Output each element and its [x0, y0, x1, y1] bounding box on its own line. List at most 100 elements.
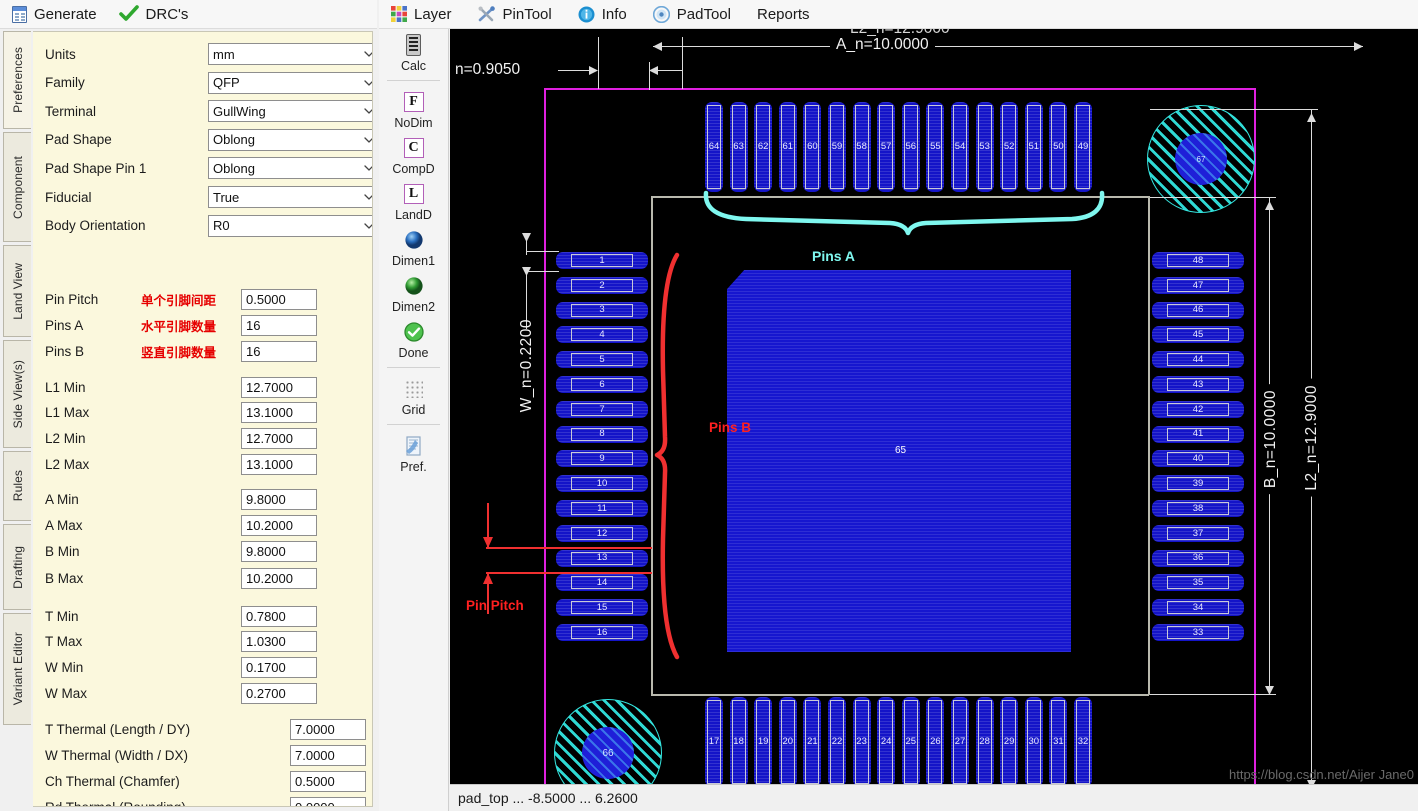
pad[interactable]: 50	[1049, 102, 1067, 192]
input-pins-a[interactable]: 16	[241, 315, 317, 336]
pad[interactable]: 19	[754, 697, 772, 784]
pad[interactable]: 47	[1152, 277, 1244, 294]
pad[interactable]: 59	[828, 102, 846, 192]
pad[interactable]: 4	[556, 326, 648, 343]
layer-button[interactable]: Layer	[391, 6, 452, 23]
input-l1-min[interactable]: 12.7000	[241, 377, 317, 398]
sidebar-tab-variant-editor[interactable]: Variant Editor	[3, 613, 31, 725]
sidebar-tab-side-view-s[interactable]: Side View(s)	[3, 340, 31, 448]
thermal-pad[interactable]: 65	[727, 270, 1071, 652]
pad[interactable]: 2	[556, 277, 648, 294]
pad[interactable]: 23	[853, 697, 871, 784]
input-t-max[interactable]: 1.0300	[241, 631, 317, 652]
pintool-button[interactable]: PinTool	[478, 6, 552, 23]
pad[interactable]: 14	[556, 574, 648, 591]
input-b-max[interactable]: 10.2000	[241, 568, 317, 589]
tool-done-button[interactable]: Done	[379, 316, 448, 362]
tool-grid-button[interactable]: Grid	[379, 373, 448, 419]
reports-button[interactable]: Reports	[757, 6, 810, 23]
pad[interactable]: 24	[877, 697, 895, 784]
pad[interactable]: 1	[556, 252, 648, 269]
pad[interactable]: 41	[1152, 426, 1244, 443]
pad[interactable]: 15	[556, 599, 648, 616]
tool-nodim-button[interactable]: FNoDim	[379, 86, 448, 132]
pad[interactable]: 39	[1152, 475, 1244, 492]
pad[interactable]: 3	[556, 302, 648, 319]
pad[interactable]: 35	[1152, 574, 1244, 591]
pad[interactable]: 58	[853, 102, 871, 192]
pad[interactable]: 8	[556, 426, 648, 443]
pad[interactable]: 7	[556, 401, 648, 418]
pad[interactable]: 56	[902, 102, 920, 192]
input-t-min[interactable]: 0.7800	[241, 606, 317, 627]
select-family[interactable]: QFP	[208, 72, 373, 94]
tool-dimen2-button[interactable]: Dimen2	[379, 270, 448, 316]
input-l1-max[interactable]: 13.1000	[241, 402, 317, 423]
input-b-min[interactable]: 9.8000	[241, 541, 317, 562]
pad[interactable]: 57	[877, 102, 895, 192]
pad[interactable]: 43	[1152, 376, 1244, 393]
input-w-thermal-width-dx-[interactable]: 7.0000	[290, 745, 366, 766]
input-l2-max[interactable]: 13.1000	[241, 454, 317, 475]
tool-landd-button[interactable]: LLandD	[379, 178, 448, 224]
pad[interactable]: 25	[902, 697, 920, 784]
pad[interactable]: 62	[754, 102, 772, 192]
pad[interactable]: 44	[1152, 351, 1244, 368]
input-l2-min[interactable]: 12.7000	[241, 428, 317, 449]
pad[interactable]: 27	[951, 697, 969, 784]
sidebar-tab-preferences[interactable]: Preferences	[3, 31, 31, 129]
pad[interactable]: 5	[556, 351, 648, 368]
pad[interactable]: 53	[976, 102, 994, 192]
tool-calc-button[interactable]: Calc	[379, 29, 448, 75]
input-pins-b[interactable]: 16	[241, 341, 317, 362]
pad[interactable]: 26	[926, 697, 944, 784]
input-w-max[interactable]: 0.2700	[241, 683, 317, 704]
pad[interactable]: 21	[803, 697, 821, 784]
pad[interactable]: 55	[926, 102, 944, 192]
pad[interactable]: 12	[556, 525, 648, 542]
pad[interactable]: 63	[730, 102, 748, 192]
pad[interactable]: 37	[1152, 525, 1244, 542]
input-a-max[interactable]: 10.2000	[241, 515, 317, 536]
select-body-orientation[interactable]: R0	[208, 215, 373, 237]
select-fiducial[interactable]: True	[208, 186, 373, 208]
tool-dimen1-button[interactable]: Dimen1	[379, 224, 448, 270]
pad[interactable]: 30	[1025, 697, 1043, 784]
pad[interactable]: 46	[1152, 302, 1244, 319]
input-rd-thermal-rounding-[interactable]: 0.0000	[290, 797, 366, 808]
pad[interactable]: 17	[705, 697, 723, 784]
sidebar-tab-rules[interactable]: Rules	[3, 451, 31, 521]
pad[interactable]: 32	[1074, 697, 1092, 784]
pad[interactable]: 40	[1152, 450, 1244, 467]
pad[interactable]: 64	[705, 102, 723, 192]
pad[interactable]: 45	[1152, 326, 1244, 343]
pad[interactable]: 31	[1049, 697, 1067, 784]
select-pad-shape[interactable]: Oblong	[208, 129, 373, 151]
pad[interactable]: 22	[828, 697, 846, 784]
pad[interactable]: 9	[556, 450, 648, 467]
select-terminal[interactable]: GullWing	[208, 100, 373, 122]
sidebar-tab-land-view[interactable]: Land View	[3, 245, 31, 337]
tool-pref-button[interactable]: Pref.	[379, 430, 448, 476]
pad[interactable]: 48	[1152, 252, 1244, 269]
pad[interactable]: 29	[1000, 697, 1018, 784]
pad[interactable]: 51	[1025, 102, 1043, 192]
info-button[interactable]: Info	[578, 6, 627, 23]
pad[interactable]: 16	[556, 624, 648, 641]
pad[interactable]: 10	[556, 475, 648, 492]
pad[interactable]: 36	[1152, 550, 1244, 567]
pad[interactable]: 61	[779, 102, 797, 192]
padtool-button[interactable]: PadTool	[653, 6, 731, 23]
footprint-canvas[interactable]: 6564636261605958575655545352515049171819…	[450, 29, 1418, 784]
pad[interactable]: 42	[1152, 401, 1244, 418]
pad[interactable]: 52	[1000, 102, 1018, 192]
pad[interactable]: 38	[1152, 500, 1244, 517]
pad[interactable]: 6	[556, 376, 648, 393]
select-units[interactable]: mm	[208, 43, 373, 65]
sidebar-tab-component[interactable]: Component	[3, 132, 31, 242]
pad[interactable]: 18	[730, 697, 748, 784]
pad[interactable]: 34	[1152, 599, 1244, 616]
tool-compd-button[interactable]: CCompD	[379, 132, 448, 178]
pad[interactable]: 20	[779, 697, 797, 784]
pad[interactable]: 33	[1152, 624, 1244, 641]
